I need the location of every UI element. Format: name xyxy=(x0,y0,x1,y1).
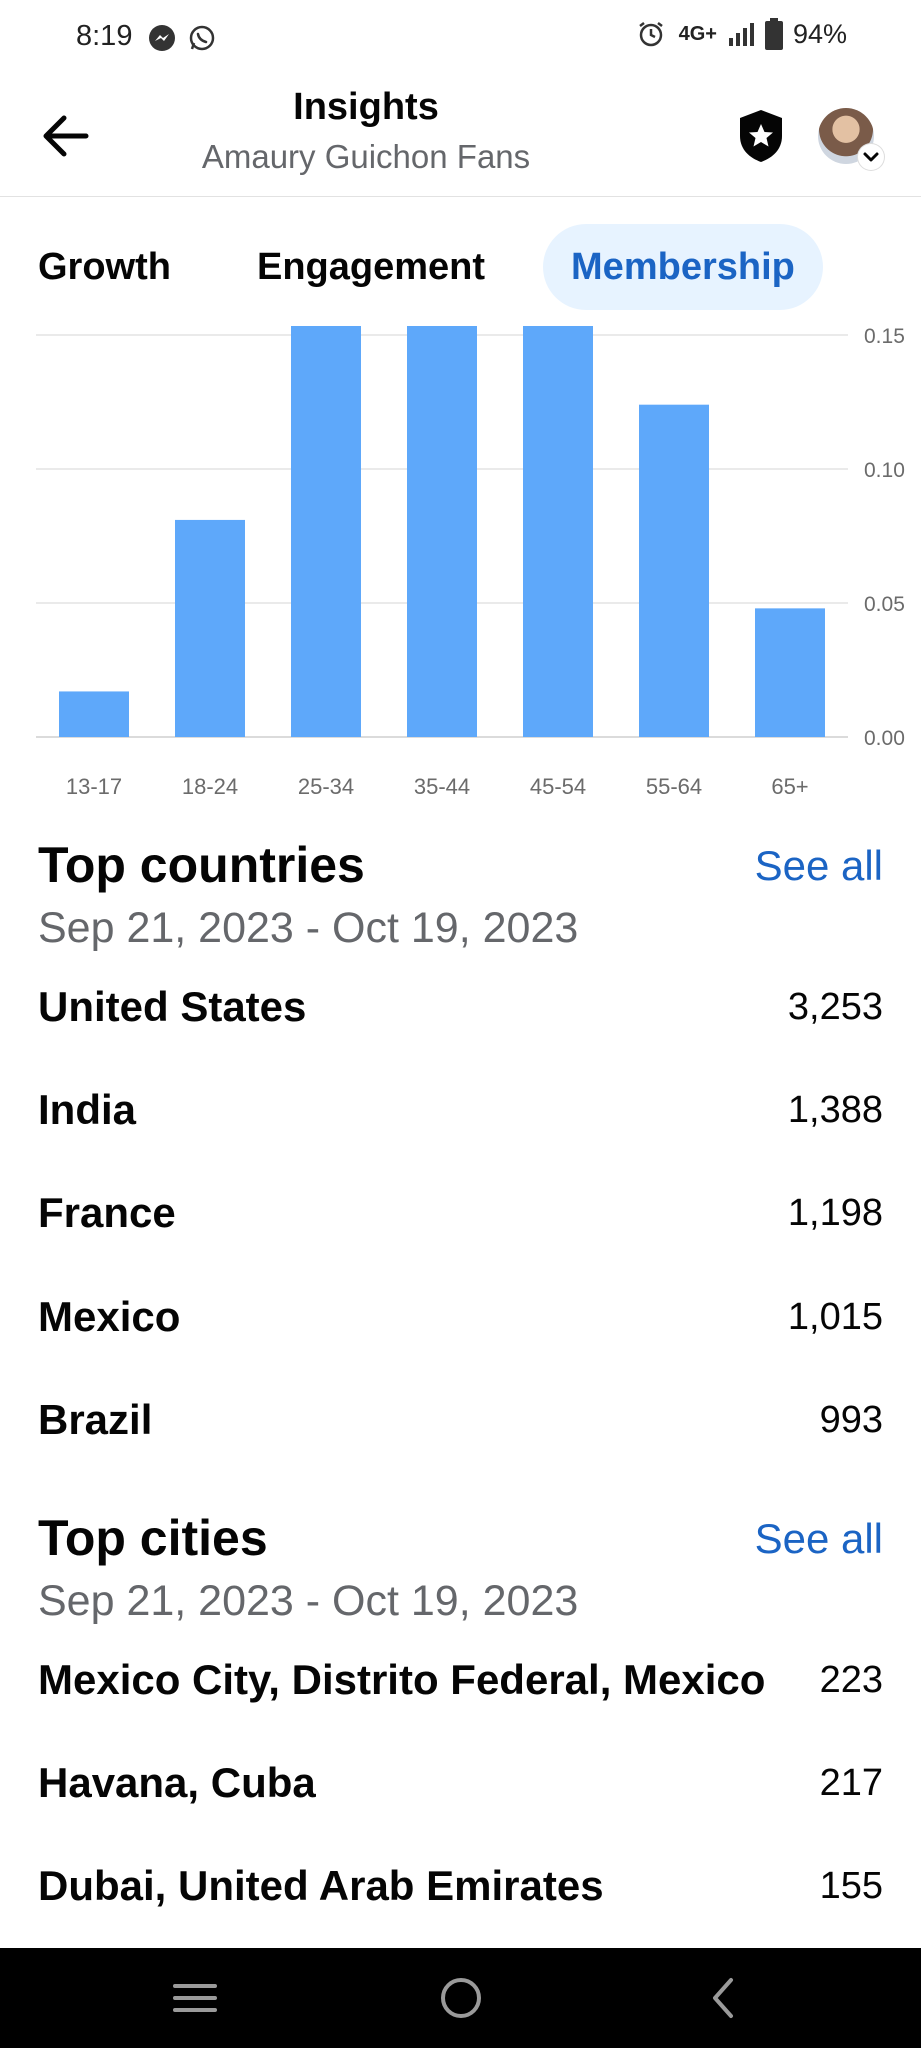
country-name: India xyxy=(38,1086,137,1133)
battery-icon xyxy=(764,18,783,50)
bar-45-54[interactable] xyxy=(523,322,593,737)
avatar[interactable] xyxy=(818,108,884,170)
signal-icon xyxy=(728,23,754,46)
shield-star-icon[interactable] xyxy=(736,106,786,166)
bar-25-34[interactable] xyxy=(291,322,361,737)
city-row[interactable]: Dubai, United Arab Emirates 155 xyxy=(38,1856,883,1916)
x-tick-label: 55-64 xyxy=(646,774,702,799)
top-cities-see-all-link[interactable]: See all xyxy=(755,1515,883,1563)
country-name: Brazil xyxy=(38,1396,153,1443)
whatsapp-icon xyxy=(189,25,215,51)
system-nav-bar xyxy=(0,1948,921,2048)
page-title: Insights xyxy=(293,86,439,128)
city-name: Havana, Cuba xyxy=(38,1759,316,1806)
top-cities-date-range: Sep 21, 2023 - Oct 19, 2023 xyxy=(38,1577,579,1625)
bar-18-24[interactable] xyxy=(175,519,245,737)
country-row[interactable]: India 1,388 xyxy=(38,1080,883,1140)
home-icon[interactable] xyxy=(431,1968,491,2028)
top-countries-date-range: Sep 21, 2023 - Oct 19, 2023 xyxy=(38,904,579,952)
messenger-icon xyxy=(149,25,175,51)
bar-chart-svg: 0.00 0.05 0.10 0.15 13-17 18-24 25-34 35-44 45-5… xyxy=(36,322,905,799)
insights-tabs: Growth Engagement Membership xyxy=(38,224,823,310)
y-tick-label: 0.10 xyxy=(864,459,905,482)
back-icon[interactable] xyxy=(695,1968,755,2028)
city-count: 155 xyxy=(819,1864,883,1907)
status-right-group: 4G+ 94% xyxy=(637,18,847,50)
age-distribution-chart: 0.00 0.05 0.10 0.15 13-17 18-24 25-34 35-44 45-5… xyxy=(0,310,921,800)
x-tick-label: 18-24 xyxy=(182,774,238,799)
network-type: 4G+ xyxy=(678,22,717,45)
country-count: 1,388 xyxy=(787,1088,883,1131)
y-tick-label: 0.15 xyxy=(864,325,905,348)
alarm-icon xyxy=(638,22,663,47)
app-header: Insights Amaury Guichon Fans xyxy=(0,76,921,197)
country-count: 1,198 xyxy=(787,1191,883,1234)
country-count: 1,015 xyxy=(787,1295,883,1338)
city-name: Mexico City, Distrito Federal, Mexico xyxy=(38,1656,766,1703)
y-tick-label: 0.05 xyxy=(864,593,905,616)
country-count: 3,253 xyxy=(787,985,883,1028)
country-count: 993 xyxy=(819,1398,883,1441)
bar-55-64[interactable] xyxy=(639,404,709,737)
x-tick-label: 45-54 xyxy=(530,774,586,799)
top-cities-title: Top cities xyxy=(38,1510,268,1566)
city-name: Dubai, United Arab Emirates xyxy=(38,1862,604,1909)
country-row[interactable]: United States 3,253 xyxy=(38,977,883,1037)
status-time: 8:19 xyxy=(76,20,133,52)
tab-engagement[interactable]: Engagement xyxy=(229,224,513,310)
x-tick-label: 13-17 xyxy=(66,774,122,799)
x-tick-label: 25-34 xyxy=(298,774,354,799)
country-name: United States xyxy=(38,983,307,1030)
group-name: Amaury Guichon Fans xyxy=(201,138,531,175)
tab-membership[interactable]: Membership xyxy=(543,224,823,310)
country-row[interactable]: Brazil 993 xyxy=(38,1390,883,1450)
country-row[interactable]: Mexico 1,015 xyxy=(38,1287,883,1347)
country-row[interactable]: France 1,198 xyxy=(38,1183,883,1243)
y-tick-label: 0.00 xyxy=(864,727,905,750)
country-name: France xyxy=(38,1189,176,1236)
top-countries-title: Top countries xyxy=(38,837,365,893)
bar-35-44[interactable] xyxy=(407,322,477,737)
x-tick-label: 65+ xyxy=(771,774,808,799)
chevron-down-icon xyxy=(858,144,884,170)
x-tick-label: 35-44 xyxy=(414,774,470,799)
city-row[interactable]: Havana, Cuba 217 xyxy=(38,1753,883,1813)
bar-65+[interactable] xyxy=(755,608,825,737)
tab-growth[interactable]: Growth xyxy=(10,224,199,310)
top-countries-see-all-link[interactable]: See all xyxy=(755,842,883,890)
battery-level: 94% xyxy=(792,18,847,49)
city-row[interactable]: Mexico City, Distrito Federal, Mexico 22… xyxy=(38,1650,883,1710)
city-count: 217 xyxy=(819,1761,883,1804)
city-count: 223 xyxy=(819,1658,883,1701)
country-name: Mexico xyxy=(38,1293,181,1340)
status-bar: 8:19 4G+ 94% xyxy=(0,0,921,76)
bar-13-17[interactable] xyxy=(59,691,129,737)
recent-apps-icon[interactable] xyxy=(165,1968,225,2028)
